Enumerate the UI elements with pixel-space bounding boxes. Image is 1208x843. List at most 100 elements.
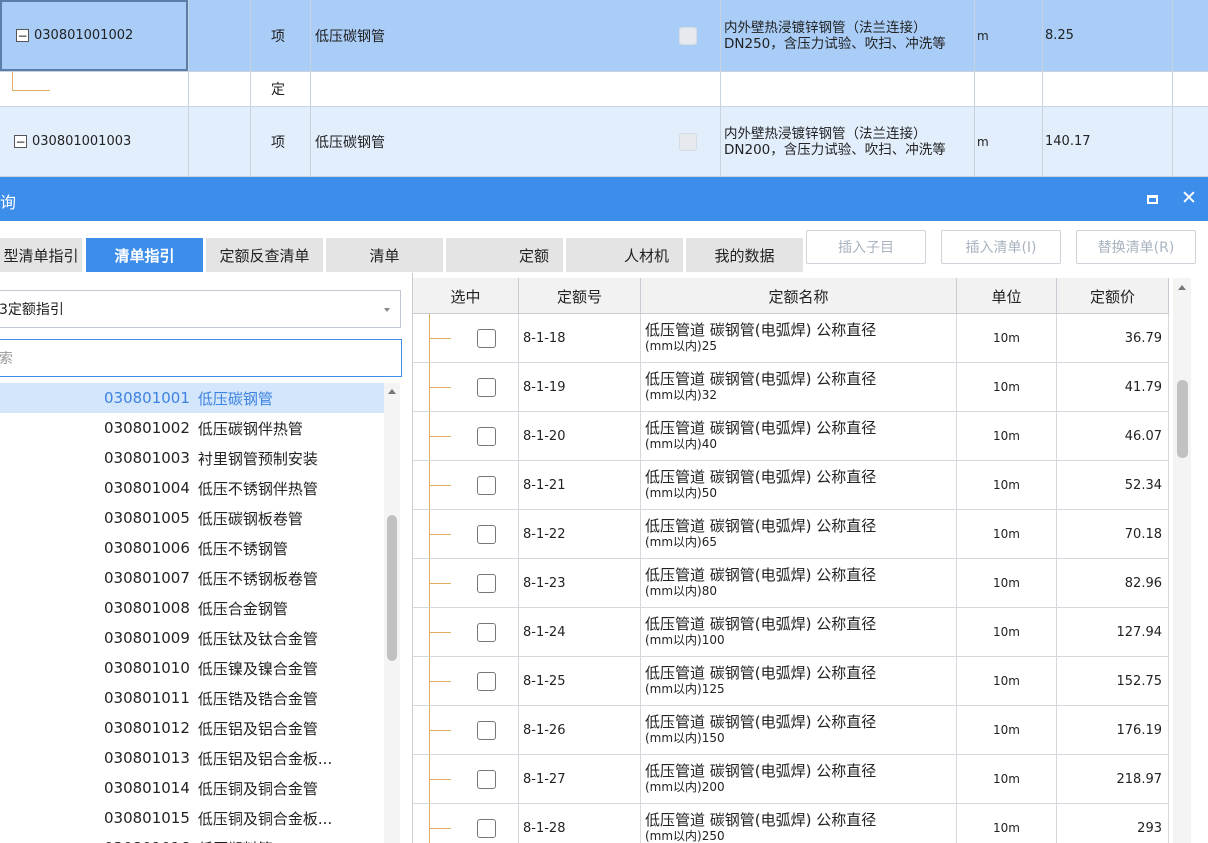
table-row[interactable]: 8-1-26 低压管道 碳钢管(电弧焊) 公称直径 (mm以内)150 10m 176.… xyxy=(413,706,1169,755)
table-row[interactable]: 8-1-18 低压管道 碳钢管(电弧焊) 公称直径 (mm以内)25 10m 36.79 xyxy=(413,314,1169,363)
scroll-up-icon[interactable] xyxy=(388,389,396,394)
tree-item[interactable]: 030801006 低压不锈钢管 xyxy=(0,533,384,563)
tree-connector xyxy=(12,72,13,90)
tab-my-data[interactable]: 我的数据 xyxy=(686,238,803,272)
bill-desc: 内外壁热浸镀锌钢管（法兰连接） DN250，含压力试验、吹扫、冲洗等 xyxy=(724,19,946,52)
row-checkbox[interactable] xyxy=(477,378,496,397)
tree-item[interactable]: 030801005 低压碳钢板卷管 xyxy=(0,503,384,533)
tree-item[interactable]: 030801013 低压铝及铝合金板... xyxy=(0,743,384,773)
tree-item-name: 低压不锈钢板卷管 xyxy=(197,569,318,588)
tree-item[interactable]: 030801012 低压铝及铝合金管 xyxy=(0,713,384,743)
tab-typical-guide[interactable]: 型清单指引 xyxy=(0,238,82,272)
table-row[interactable]: 8-1-25 低压管道 碳钢管(电弧焊) 公称直径 (mm以内)125 10m 152.… xyxy=(413,657,1169,706)
close-button[interactable]: ✕ xyxy=(1176,185,1202,211)
row-checkbox[interactable] xyxy=(477,623,496,642)
table-row[interactable]: 8-1-27 低压管道 碳钢管(电弧焊) 公称直径 (mm以内)200 10m 218.… xyxy=(413,755,1169,804)
scroll-thumb[interactable] xyxy=(1177,380,1188,458)
tab-quota[interactable]: 定额 xyxy=(446,238,563,272)
table-row[interactable]: 8-1-23 低压管道 碳钢管(电弧焊) 公称直径 (mm以内)80 10m 82.96 xyxy=(413,559,1169,608)
row-checkbox[interactable] xyxy=(477,574,496,593)
select-cell[interactable] xyxy=(413,412,519,460)
table-row[interactable]: 8-1-21 低压管道 碳钢管(电弧焊) 公称直径 (mm以内)50 10m 52.34 xyxy=(413,461,1169,510)
dialog-titlebar[interactable]: 询 ✕ xyxy=(0,177,1208,221)
collapse-icon[interactable]: − xyxy=(14,135,27,148)
select-cell[interactable] xyxy=(413,559,519,607)
quota-name-cell: 低压管道 碳钢管(电弧焊) 公称直径 (mm以内)80 xyxy=(641,559,957,607)
bill-checkbox-cell[interactable] xyxy=(660,0,716,71)
row-checkbox[interactable] xyxy=(477,819,496,838)
tab-labor-material[interactable]: 人材机 xyxy=(566,238,683,272)
row-checkbox[interactable] xyxy=(477,672,496,691)
bill-row[interactable]: − 030801001003 项 低压碳钢管 内外壁热浸镀锌钢管（法兰连接） D… xyxy=(0,107,1208,177)
tab-bill[interactable]: 清单 xyxy=(326,238,443,272)
bill-checkbox[interactable] xyxy=(679,26,697,45)
row-checkbox[interactable] xyxy=(477,525,496,544)
select-cell[interactable] xyxy=(413,706,519,754)
select-cell[interactable] xyxy=(413,755,519,803)
replace-list-button[interactable]: 替换清单(R) xyxy=(1076,230,1196,264)
tree-item[interactable]: 030801010 低压镍及镍合金管 xyxy=(0,653,384,683)
insert-child-button[interactable]: 插入子目 xyxy=(806,230,926,264)
row-checkbox[interactable] xyxy=(477,427,496,446)
select-cell[interactable] xyxy=(413,510,519,558)
guide-select[interactable]: 3定额指引 xyxy=(0,290,401,328)
bill-code: 030801001002 xyxy=(34,28,134,43)
table-row[interactable]: 8-1-20 低压管道 碳钢管(电弧焊) 公称直径 (mm以内)40 10m 46.07 xyxy=(413,412,1169,461)
bill-checkbox[interactable] xyxy=(679,132,697,151)
bill-qty: 140.17 xyxy=(1045,134,1091,149)
table-row[interactable]: 8-1-22 低压管道 碳钢管(电弧焊) 公称直径 (mm以内)65 10m 70.18 xyxy=(413,510,1169,559)
tree-item[interactable]: 030801003 衬里钢管预制安装 xyxy=(0,443,384,473)
row-checkbox[interactable] xyxy=(477,329,496,348)
tree-item[interactable]: 030801016 低压塑料管 xyxy=(0,833,384,843)
select-cell[interactable] xyxy=(413,657,519,705)
tree-item[interactable]: 030801015 低压铜及铜合金板... xyxy=(0,803,384,833)
guide-pane: 3定额指引 索 030801001 低压碳钢管 030801002 低压碳钢伴热管 03… xyxy=(0,273,412,843)
tab-bill-guide[interactable]: 清单指引 xyxy=(86,238,203,272)
tree-item[interactable]: 030801001 低压碳钢管 xyxy=(0,383,384,413)
select-cell[interactable] xyxy=(413,363,519,411)
tree-item[interactable]: 030801007 低压不锈钢板卷管 xyxy=(0,563,384,593)
header-price: 定额价 xyxy=(1057,278,1169,314)
select-cell[interactable] xyxy=(413,608,519,656)
tree-connector xyxy=(429,485,451,486)
tree-item[interactable]: 030801008 低压合金钢管 xyxy=(0,593,384,623)
tree-item[interactable]: 030801009 低压钛及钛合金管 xyxy=(0,623,384,653)
quota-code: 8-1-21 xyxy=(519,461,641,509)
bill-code: 030801001003 xyxy=(32,134,132,149)
bill-row[interactable]: 定 xyxy=(0,72,1208,107)
bill-row[interactable]: − 030801001002 项 低压碳钢管 内外壁热浸镀锌钢管（法兰连接） D… xyxy=(0,0,1208,72)
tree-item[interactable]: 030801011 低压锆及锆合金管 xyxy=(0,683,384,713)
table-row[interactable]: 8-1-19 低压管道 碳钢管(电弧焊) 公称直径 (mm以内)32 10m 41.79 xyxy=(413,363,1169,412)
row-checkbox[interactable] xyxy=(477,476,496,495)
tree-item[interactable]: 030801002 低压碳钢伴热管 xyxy=(0,413,384,443)
tree-item[interactable]: 030801004 低压不锈钢伴热管 xyxy=(0,473,384,503)
row-checkbox[interactable] xyxy=(477,721,496,740)
quota-name: 低压管道 碳钢管(电弧焊) 公称直径 xyxy=(645,565,877,584)
scroll-up-icon[interactable] xyxy=(1178,285,1186,290)
quota-name-cell: 低压管道 碳钢管(电弧焊) 公称直径 (mm以内)150 xyxy=(641,706,957,754)
tab-quota-reverse[interactable]: 定额反查清单 xyxy=(206,238,323,272)
row-checkbox[interactable] xyxy=(477,770,496,789)
select-cell[interactable] xyxy=(413,804,519,843)
scroll-thumb[interactable] xyxy=(387,515,397,661)
maximize-button[interactable] xyxy=(1140,187,1164,211)
quota-unit: 10m xyxy=(957,657,1057,705)
collapse-icon[interactable]: − xyxy=(16,29,29,42)
select-cell[interactable] xyxy=(413,461,519,509)
grid-divider xyxy=(250,0,251,177)
search-input[interactable]: 索 xyxy=(0,339,402,377)
insert-list-button[interactable]: 插入清单(I) xyxy=(941,230,1061,264)
tree-item[interactable]: 030801014 低压铜及铜合金管 xyxy=(0,773,384,803)
tree-scrollbar[interactable] xyxy=(384,383,400,843)
table-scrollbar[interactable] xyxy=(1173,278,1191,843)
tree-item-name: 低压不锈钢伴热管 xyxy=(197,479,318,498)
table-row[interactable]: 8-1-24 低压管道 碳钢管(电弧焊) 公称直径 (mm以内)100 10m 127.… xyxy=(413,608,1169,657)
select-cell[interactable] xyxy=(413,314,519,362)
table-row[interactable]: 8-1-28 低压管道 碳钢管(电弧焊) 公称直径 (mm以内)250 10m 293 xyxy=(413,804,1169,843)
bill-checkbox-cell[interactable] xyxy=(660,107,716,176)
bill-code-cell[interactable]: − 030801001002 xyxy=(0,0,188,71)
quota-name-cell: 低压管道 碳钢管(电弧焊) 公称直径 (mm以内)25 xyxy=(641,314,957,362)
tree-item-name: 低压不锈钢管 xyxy=(197,539,288,558)
tree-item-code: 030801009 xyxy=(104,629,190,647)
bill-code-cell[interactable]: − 030801001003 xyxy=(0,107,188,176)
